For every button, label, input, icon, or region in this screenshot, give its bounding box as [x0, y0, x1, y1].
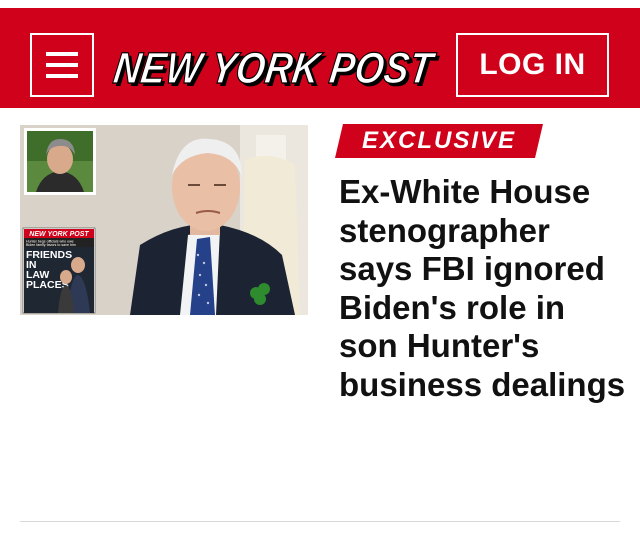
story-headline[interactable]: Ex-White House stenographer says FBI ign…: [339, 173, 629, 404]
site-logo[interactable]: NEW YORK POST NEW YORK POST: [108, 33, 444, 97]
login-button[interactable]: LOG IN: [456, 33, 609, 97]
exclusive-badge-label: EXCLUSIVE: [361, 127, 517, 154]
site-header: NEW YORK POST NEW YORK POST LOG IN: [0, 8, 640, 108]
top-strip: [0, 0, 640, 8]
logo-text: NEW YORK POST: [111, 44, 439, 93]
hamburger-menu-icon: [46, 52, 78, 56]
exclusive-badge: EXCLUSIVE: [335, 124, 543, 158]
svg-text:Biden family favors to save hi: Biden family favors to save him: [26, 243, 76, 247]
divider: [20, 521, 620, 522]
hamburger-menu-button[interactable]: [30, 33, 94, 97]
story-image[interactable]: NEW YORK POST Hunter begs officials who …: [20, 125, 308, 315]
svg-text:NEW YORK POST: NEW YORK POST: [29, 231, 89, 238]
